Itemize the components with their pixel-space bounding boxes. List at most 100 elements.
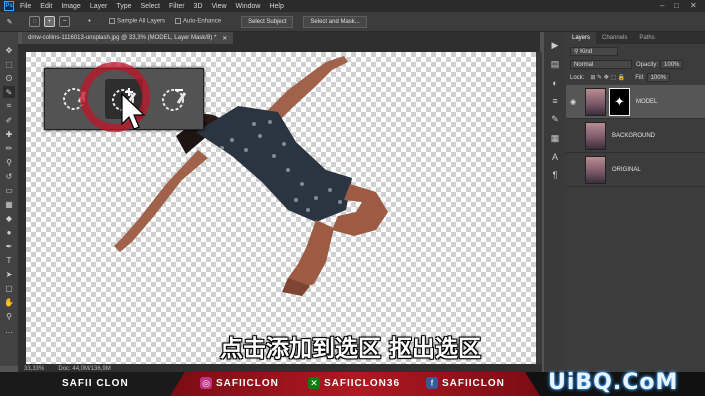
paragraph-icon[interactable]: ¶	[553, 170, 558, 180]
layer-name: ORIGINAL	[612, 166, 641, 173]
layer-mask-thumbnail[interactable]: ✦	[609, 87, 630, 116]
menu-filter[interactable]: Filter	[169, 3, 185, 10]
dodge-tool-icon[interactable]: ●	[3, 226, 15, 238]
photoshop-logo: Ps	[4, 1, 14, 11]
close-icon[interactable]: ✕	[690, 1, 697, 10]
subtract-from-selection-icon[interactable]: −	[59, 16, 70, 27]
tab-close-icon[interactable]: ✕	[222, 35, 227, 42]
eye-icon[interactable]: ◉	[570, 98, 579, 106]
vertical-scrollbar[interactable]	[536, 52, 542, 364]
history-icon[interactable]: ▤	[551, 59, 560, 70]
menu-layer[interactable]: Layer	[90, 3, 108, 10]
clone-stamp-tool-icon[interactable]: ⚲	[3, 156, 15, 168]
layer-row-background[interactable]: BACKGROUND	[566, 119, 705, 153]
filter-row: ⚲ Kind	[566, 46, 705, 57]
layer-name: BACKGROUND	[612, 132, 656, 139]
sample-all-layers-label: Sample All Layers	[117, 18, 166, 25]
left-ruler	[18, 44, 26, 366]
blend-row: Normal Opacity: 100%	[566, 59, 705, 70]
tab-paths[interactable]: Paths	[633, 35, 660, 41]
add-to-selection-icon[interactable]: +	[44, 16, 55, 27]
menu-bar: Ps File Edit Image Layer Type Select Fil…	[0, 0, 705, 12]
blur-tool-icon[interactable]: ◆	[3, 212, 15, 224]
tab-channels[interactable]: Channels	[596, 35, 633, 41]
subtract-from-selection-icon	[155, 79, 193, 119]
opacity-field[interactable]: 100%	[660, 60, 684, 69]
top-ruler	[22, 44, 540, 52]
adjustments-icon[interactable]: ◐	[552, 78, 557, 88]
fill-value: 100%	[650, 74, 666, 81]
fill-field[interactable]: 100%	[646, 73, 670, 82]
rectangle-tool-icon[interactable]: ▢	[3, 282, 15, 294]
play-icon[interactable]: ▶	[552, 40, 559, 51]
document-tab[interactable]: dmw-collins-1116013-unsplash.jpg @ 33,3%…	[22, 32, 234, 44]
quick-selection-tool-icon[interactable]: ✎	[4, 16, 15, 27]
tab-layers[interactable]: Layers	[566, 32, 597, 44]
layer-row-model[interactable]: ◉ ✦ MODEL	[566, 85, 705, 119]
lasso-tool-icon[interactable]: ʘ	[3, 72, 15, 84]
eraser-tool-icon[interactable]: ▭	[3, 184, 15, 196]
lock-options-icon[interactable]: ⊞ ✎ ✥ ⬚ 🔒	[590, 74, 625, 81]
crop-tool-icon[interactable]: ⌗	[3, 100, 15, 112]
xbox-handle: SAFIICLON36	[324, 378, 401, 389]
auto-enhance-checkbox[interactable]	[175, 18, 182, 25]
path-selection-tool-icon[interactable]: ➤	[3, 268, 15, 280]
hand-tool-icon[interactable]: ✋	[3, 296, 15, 308]
menu-image[interactable]: Image	[61, 3, 80, 10]
facebook-handle: SAFIICLON	[442, 378, 505, 389]
maximize-icon[interactable]: □	[674, 1, 679, 10]
sample-all-layers-checkbox[interactable]	[109, 18, 115, 25]
layers-list: ◉ ✦ MODEL BACKGROUND ORIGINAL	[566, 85, 705, 187]
marquee-tool-icon[interactable]: ⬚	[3, 58, 15, 70]
instagram-icon: ◎	[200, 377, 212, 389]
auto-enhance-option[interactable]: Auto-Enhance	[175, 18, 221, 25]
channel-name: SAFII CLON	[62, 378, 129, 389]
layer-thumbnail	[585, 87, 606, 116]
properties-icon[interactable]: ≡	[552, 96, 557, 106]
pen-tool-icon[interactable]: ✒	[3, 240, 15, 252]
sample-all-layers-option[interactable]: Sample All Layers	[109, 18, 165, 25]
instagram-handle: SAFIICLON	[216, 378, 279, 389]
layer-kind-filter[interactable]: ⚲ Kind	[570, 47, 618, 56]
select-subject-button[interactable]: Select Subject	[241, 15, 294, 28]
layer-thumbnail	[585, 155, 606, 184]
document-tab-bar: dmw-collins-1116013-unsplash.jpg @ 33,3%…	[22, 32, 540, 44]
brush-tool-icon[interactable]: ✏	[3, 142, 15, 154]
brush-settings-icon[interactable]: ✎	[551, 114, 559, 125]
lock-label: Lock:	[570, 74, 585, 81]
options-bar: ✎ ◌ + − • Sample All Layers Auto-Enhance…	[0, 12, 705, 32]
menu-select[interactable]: Select	[141, 3, 160, 10]
menu-window[interactable]: Window	[236, 3, 261, 10]
minimize-icon[interactable]: –	[660, 1, 664, 10]
history-brush-tool-icon[interactable]: ↺	[3, 170, 15, 182]
more-tools-icon[interactable]: …	[3, 324, 15, 336]
quick-selection-tool-icon[interactable]: ✎	[3, 86, 15, 98]
layer-name: MODEL	[636, 98, 658, 105]
lock-row: Lock: ⊞ ✎ ✥ ⬚ 🔒 Fill: 100%	[566, 72, 705, 83]
opacity-label: Opacity:	[636, 61, 659, 68]
new-selection-icon[interactable]: ◌	[29, 16, 40, 27]
menu-edit[interactable]: Edit	[40, 3, 52, 10]
menu-3d[interactable]: 3D	[194, 3, 203, 10]
menu-view[interactable]: View	[212, 3, 227, 10]
character-icon[interactable]: A	[552, 152, 558, 162]
healing-brush-tool-icon[interactable]: ✚	[3, 128, 15, 140]
gradient-tool-icon[interactable]: ▦	[3, 198, 15, 210]
menu-type[interactable]: Type	[116, 3, 131, 10]
site-watermark: UiBQ.CoM	[548, 370, 679, 395]
document-tab-title: dmw-collins-1116013-unsplash.jpg @ 33,3%…	[28, 35, 217, 41]
swatches-icon[interactable]: ▦	[551, 133, 560, 144]
eyedropper-tool-icon[interactable]: ✐	[3, 114, 15, 126]
panel-tabs: Layers Channels Paths	[566, 32, 705, 44]
select-and-mask-button[interactable]: Select and Mask...	[303, 15, 367, 28]
menu-help[interactable]: Help	[269, 3, 283, 10]
move-tool-icon[interactable]: ✥	[3, 44, 15, 56]
tools-panel: ✥ ⬚ ʘ ✎ ⌗ ✐ ✚ ✏ ⚲ ↺ ▭ ▦ ◆ ● ✒ T ➤ ▢ ✋ ⚲ …	[0, 32, 18, 387]
layer-thumbnail	[585, 121, 606, 150]
brush-size-icon[interactable]: •	[84, 16, 95, 27]
layer-row-original[interactable]: ORIGINAL	[566, 153, 705, 187]
type-tool-icon[interactable]: T	[3, 254, 15, 266]
menu-file[interactable]: File	[20, 3, 31, 10]
blend-mode-select[interactable]: Normal	[570, 60, 632, 69]
zoom-tool-icon[interactable]: ⚲	[3, 310, 15, 322]
